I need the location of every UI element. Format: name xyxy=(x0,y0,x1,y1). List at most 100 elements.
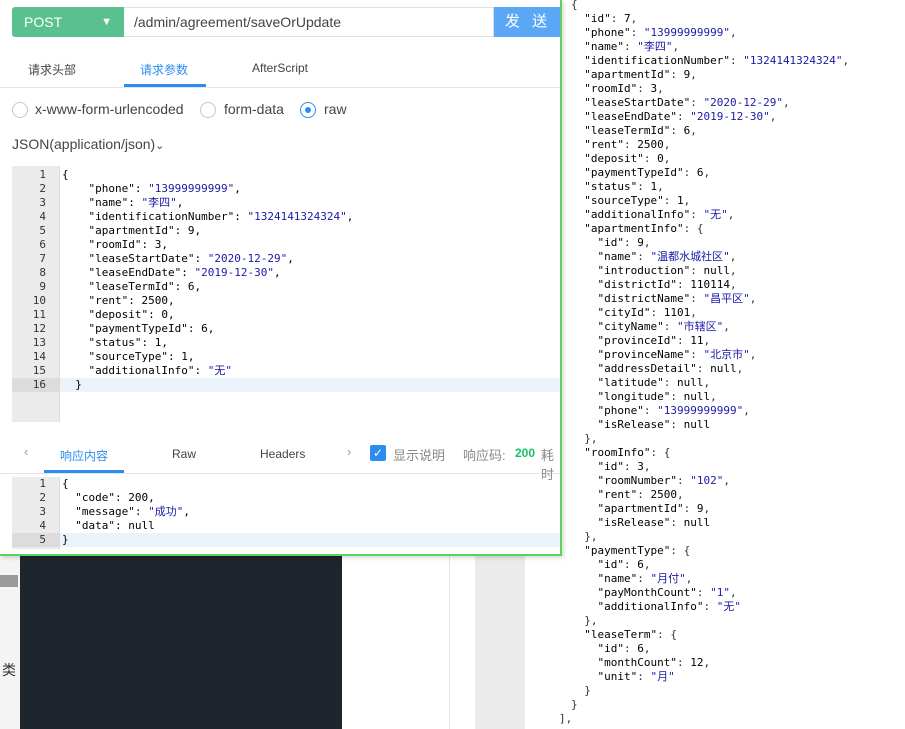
response-body-viewer[interactable]: 12345 { "code": 200, "message": "成功", "d… xyxy=(12,477,560,549)
method-select[interactable]: POST ▼ xyxy=(12,7,124,37)
line-number-gutter: 12345 xyxy=(12,477,60,549)
code-line: "deposit": 0, xyxy=(88,308,175,321)
background-code-line: "roomId": 3, xyxy=(584,82,664,95)
chevron-down-icon: ⌄ xyxy=(155,140,165,152)
chevron-left-icon[interactable]: ‹ xyxy=(24,444,28,459)
background-code-line: "id": 7, xyxy=(584,12,638,25)
code-line: "message": "成功", xyxy=(75,505,190,518)
line-number: 12 xyxy=(32,322,46,335)
background-code-line: "provinceId": 11, xyxy=(597,334,711,347)
code-line: "name": "李四", xyxy=(88,196,184,209)
line-number: 13 xyxy=(32,336,46,349)
background-code-line: "introduction": null, xyxy=(597,264,737,277)
tab-request-headers[interactable]: 请求头部 xyxy=(28,61,76,78)
tab-response-content[interactable]: 响应内容 xyxy=(60,447,108,464)
line-number: 4 xyxy=(39,210,46,223)
background-code-line: "id": 6, xyxy=(597,558,651,571)
line-number: 1 xyxy=(39,477,46,490)
tab-afterscript[interactable]: AfterScript xyxy=(252,61,308,75)
code-line: "data": null xyxy=(75,519,155,532)
chevron-down-icon: ▼ xyxy=(101,16,112,28)
background-code-line: "monthCount": 12, xyxy=(597,656,711,669)
background-code-line: ], xyxy=(559,712,573,725)
radio-form-data[interactable] xyxy=(200,102,216,118)
active-line-highlight xyxy=(60,378,560,392)
content-type-select[interactable]: JSON(application/json)⌄ xyxy=(12,136,164,152)
background-code-line: "provinceName": "北京市", xyxy=(597,348,757,361)
api-request-popup: POST ▼ /admin/agreement/saveOrUpdate 发 送… xyxy=(0,0,562,556)
background-code-line: "unit": "月" xyxy=(597,670,675,683)
background-code-line: "longitude": null, xyxy=(597,390,717,403)
code-line: } xyxy=(62,378,82,391)
line-number: 11 xyxy=(32,308,46,321)
line-number: 2 xyxy=(39,182,46,195)
line-number: 8 xyxy=(39,266,46,279)
line-number: 14 xyxy=(32,350,46,363)
status-code: 200 xyxy=(515,446,536,460)
background-code-line: "name": "李四", xyxy=(584,40,680,53)
background-code-line: "paymentType": { xyxy=(584,544,691,557)
background-code-line: "phone": "13999999999", xyxy=(584,26,737,39)
background-code-line: "apartmentId": 9, xyxy=(584,68,697,81)
background-code-line: "id": 6, xyxy=(597,642,651,655)
show-desc-checkbox[interactable]: ✓ xyxy=(370,445,386,461)
line-number: 3 xyxy=(39,196,46,209)
line-number: 7 xyxy=(39,252,46,265)
code-line: "roomId": 3, xyxy=(88,238,168,251)
background-code-line: "additionalInfo": "无", xyxy=(584,208,735,221)
background-partial-text: 类 xyxy=(2,662,16,678)
background-code-line: "leaseEndDate": "2019-12-30", xyxy=(584,110,777,123)
background-code-line: "payMonthCount": "1", xyxy=(597,586,737,599)
background-code-line: "apartmentInfo": { xyxy=(584,222,704,235)
tab-response-raw[interactable]: Raw xyxy=(172,447,196,461)
line-number: 5 xyxy=(39,224,46,237)
code-line: "paymentTypeId": 6, xyxy=(88,322,215,335)
background-code-line: "cityId": 1101, xyxy=(597,306,697,319)
status-label: 响应码: xyxy=(463,448,506,463)
code-line: "additionalInfo": "无" xyxy=(88,364,232,377)
line-number: 10 xyxy=(32,294,46,307)
tab-request-params[interactable]: 请求参数 xyxy=(140,61,188,78)
background-code-line: "cityName": "市辖区", xyxy=(597,320,730,333)
code-line: "code": 200, xyxy=(75,491,155,504)
line-number: 2 xyxy=(39,491,46,504)
radio-urlencoded-label: x-www-form-urlencoded xyxy=(35,101,184,117)
background-blank-area xyxy=(342,555,450,729)
code-line: "leaseEndDate": "2019-12-30", xyxy=(88,266,281,279)
code-line: { xyxy=(62,168,69,181)
code-line: "sourceType": 1, xyxy=(88,350,195,363)
show-desc-label: 显示说明 xyxy=(393,448,446,463)
request-body-code[interactable]: { "phone": "13999999999", "name": "李四", … xyxy=(60,166,560,422)
code-line: "leaseTermId": 6, xyxy=(88,280,202,293)
radio-urlencoded[interactable] xyxy=(12,102,28,118)
code-line: "identificationNumber": "1324141324324", xyxy=(88,210,354,223)
radio-form-data-label: form-data xyxy=(224,101,284,117)
background-code-line: "latitude": null, xyxy=(597,376,711,389)
background-code-line: "id": 3, xyxy=(597,460,651,473)
response-body-code[interactable]: { "code": 200, "message": "成功", "data": … xyxy=(60,477,560,549)
radio-raw[interactable] xyxy=(300,102,316,118)
chevron-right-icon[interactable]: › xyxy=(347,444,351,459)
background-code-line: "status": 1, xyxy=(584,180,664,193)
line-number: 3 xyxy=(39,505,46,518)
line-number: 6 xyxy=(39,238,46,251)
url-input[interactable]: /admin/agreement/saveOrUpdate xyxy=(124,7,494,37)
request-tabs: 请求头部 请求参数 AfterScript xyxy=(0,48,560,88)
send-button[interactable]: 发 送 xyxy=(494,7,560,37)
code-line: "status": 1, xyxy=(88,336,168,349)
tab-response-headers[interactable]: Headers xyxy=(260,447,305,461)
line-number: 1 xyxy=(39,168,46,181)
line-number: 5 xyxy=(39,533,46,546)
background-code-line: "name": "月付", xyxy=(597,572,693,585)
background-code-line: } xyxy=(571,698,578,711)
background-code-line: { xyxy=(571,0,578,11)
request-body-editor[interactable]: 1 2 3 4 5 6 7 8 9 10 11 12 13 14 15 16 { "phone": "1399… xyxy=(12,166,560,422)
background-code-line: "roomNumber": "102", xyxy=(597,474,730,487)
background-code-line: }, xyxy=(571,432,598,445)
background-code-line: "districtId": 110114, xyxy=(597,278,737,291)
background-code-line: "additionalInfo": "无" xyxy=(597,600,741,613)
background-code-line: "rent": 2500, xyxy=(597,488,684,501)
background-code-line: "leaseTerm": { xyxy=(584,628,677,641)
background-code-line: "districtName": "昌平区", xyxy=(597,292,757,305)
code-line: { xyxy=(62,477,69,490)
